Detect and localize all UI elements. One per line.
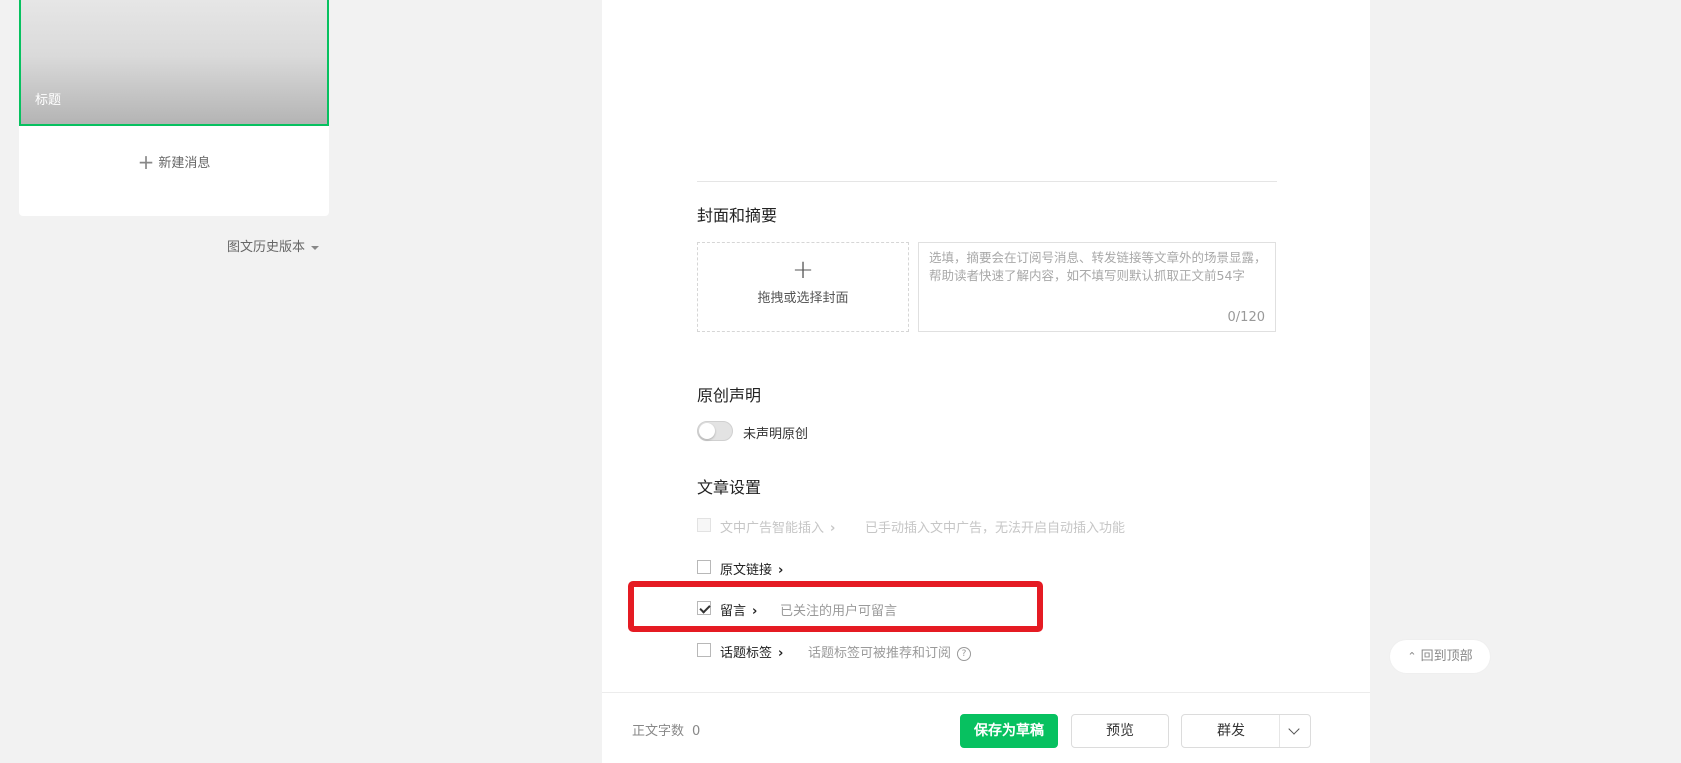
article-settings-title: 文章设置 [697,478,762,497]
topic-tags-label[interactable]: 话题标签 › [720,642,783,661]
original-toggle-label: 未声明原创 [743,427,809,442]
preview-button[interactable]: 预览 [1071,714,1169,748]
topic-tags-desc: 话题标签可被推荐和订阅? [808,642,972,661]
back-to-top-label: 回到顶部 [1420,649,1473,664]
topic-tags-checkbox[interactable] [697,643,711,657]
word-count: 正文字数 0 [632,720,700,739]
editor-panel: 封面和摘要 + 拖拽或选择封面 选填，摘要会在订阅号消息、转发链接等文章外的场景… [602,0,1370,762]
send-dropdown-toggle[interactable] [1279,715,1310,747]
article-list-card: 标题 + 新建消息 [19,0,329,216]
summary-placeholder: 选填，摘要会在订阅号消息、转发链接等文章外的场景显露，帮助读者快速了解内容，如不… [929,250,1267,283]
summary-char-count: 0/120 [1227,310,1265,325]
word-count-label: 正文字数 [632,724,685,739]
ad-insertion-label: 文中广告智能插入 › [720,521,836,536]
save-draft-button[interactable]: 保存为草稿 [960,714,1058,748]
chevron-up-icon: ⌃ [1407,650,1417,663]
original-link-checkbox[interactable] [697,560,711,574]
original-link-label[interactable]: 原文链接 › [720,559,783,578]
back-to-top-button[interactable]: ⌃ 回到顶部 [1390,640,1490,673]
editor-footer: 正文字数 0 保存为草稿 预览 群发 [602,692,1370,763]
toggle-knob [699,423,715,439]
summary-textarea[interactable]: 选填，摘要会在订阅号消息、转发链接等文章外的场景显露，帮助读者快速了解内容，如不… [918,242,1276,332]
history-version-dropdown[interactable]: 图文历史版本 [227,236,320,255]
new-message-button[interactable]: + 新建消息 [19,150,329,174]
send-button[interactable]: 群发 [1181,714,1311,748]
send-label: 群发 [1217,723,1245,739]
caret-down-icon [311,245,320,250]
plus-icon: + [137,150,155,174]
original-toggle[interactable] [697,421,733,441]
cover-upload-area[interactable]: + 拖拽或选择封面 [697,242,909,332]
cover-summary-title: 封面和摘要 [697,206,778,225]
highlight-annotation-box [628,581,1043,632]
help-icon[interactable]: ? [957,647,972,661]
plus-icon: + [792,255,814,285]
article-cover-title: 标题 [35,93,62,108]
content-divider [697,181,1277,182]
ad-insertion-desc: 已手动插入文中广告，无法开启自动插入功能 [865,521,1126,536]
history-version-label: 图文历史版本 [227,240,306,255]
article-cover-thumbnail[interactable]: 标题 [19,0,329,126]
original-declaration-title: 原创声明 [697,386,762,405]
cover-upload-label: 拖拽或选择封面 [757,291,849,306]
ad-insertion-checkbox [697,518,711,532]
new-message-label: 新建消息 [158,156,211,171]
chevron-down-icon [1288,723,1300,735]
word-count-value: 0 [692,724,701,739]
